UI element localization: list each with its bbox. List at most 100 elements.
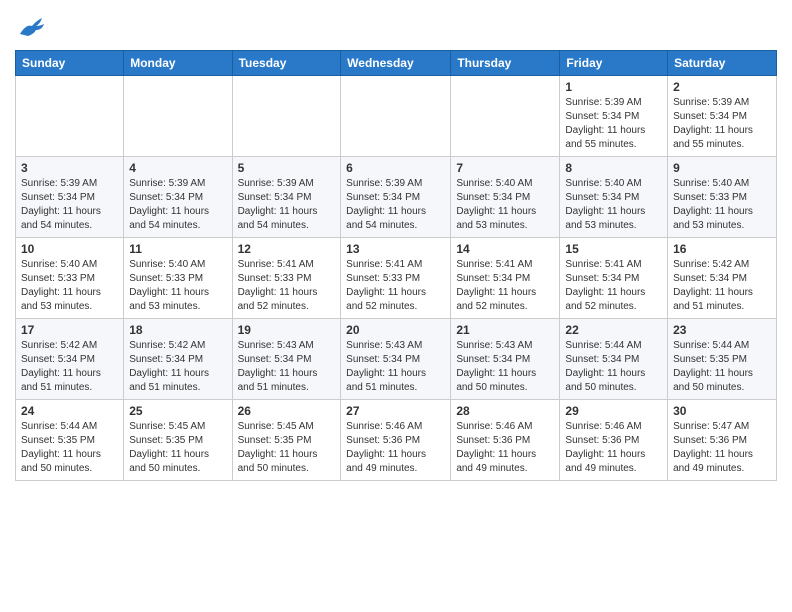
calendar-weekday-tuesday: Tuesday — [232, 51, 341, 76]
day-number: 9 — [673, 161, 771, 175]
calendar-weekday-monday: Monday — [124, 51, 232, 76]
calendar-cell: 7 Sunrise: 5:40 AM Sunset: 5:34 PM Daylig… — [451, 157, 560, 238]
calendar-cell: 14 Sunrise: 5:41 AM Sunset: 5:34 PM Dayli… — [451, 238, 560, 319]
calendar-cell: 26 Sunrise: 5:45 AM Sunset: 5:35 PM Dayli… — [232, 400, 341, 481]
calendar-cell: 8 Sunrise: 5:40 AM Sunset: 5:34 PM Daylig… — [560, 157, 668, 238]
calendar-cell: 17 Sunrise: 5:42 AM Sunset: 5:34 PM Dayli… — [16, 319, 124, 400]
calendar-cell: 29 Sunrise: 5:46 AM Sunset: 5:36 PM Dayli… — [560, 400, 668, 481]
day-info: Sunrise: 5:39 AM Sunset: 5:34 PM Dayligh… — [565, 96, 662, 152]
calendar-cell: 30 Sunrise: 5:47 AM Sunset: 5:36 PM Dayli… — [668, 400, 777, 481]
day-info: Sunrise: 5:42 AM Sunset: 5:34 PM Dayligh… — [129, 339, 226, 395]
day-number: 1 — [565, 80, 662, 94]
calendar-cell — [232, 76, 341, 157]
calendar-cell — [124, 76, 232, 157]
calendar-cell: 27Sunrise: 5:46 AM Sunset: 5:36 PM Dayli… — [341, 400, 451, 481]
day-info: Sunrise: 5:44 AM Sunset: 5:35 PM Dayligh… — [673, 339, 771, 395]
calendar-cell: 18 Sunrise: 5:42 AM Sunset: 5:34 PM Dayli… — [124, 319, 232, 400]
day-info: Sunrise: 5:42 AM Sunset: 5:34 PM Dayligh… — [21, 339, 118, 395]
day-number: 20 — [346, 323, 445, 337]
day-number: 26 — [238, 404, 336, 418]
calendar-cell: 1 Sunrise: 5:39 AM Sunset: 5:34 PM Daylig… — [560, 76, 668, 157]
day-number: 8 — [565, 161, 662, 175]
day-number: 5 — [238, 161, 336, 175]
calendar-weekday-saturday: Saturday — [668, 51, 777, 76]
day-number: 16 — [673, 242, 771, 256]
day-info: Sunrise: 5:46 AM Sunset: 5:36 PM Dayligh… — [456, 420, 554, 476]
day-info: Sunrise: 5:40 AM Sunset: 5:34 PM Dayligh… — [456, 177, 554, 233]
day-info: Sunrise: 5:43 AM Sunset: 5:34 PM Dayligh… — [238, 339, 336, 395]
day-number: 30 — [673, 404, 771, 418]
calendar-cell: 10 Sunrise: 5:40 AM Sunset: 5:33 PM Dayli… — [16, 238, 124, 319]
day-info: Sunrise: 5:39 AM Sunset: 5:34 PM Dayligh… — [346, 177, 445, 233]
day-info: Sunrise: 5:39 AM Sunset: 5:34 PM Dayligh… — [673, 96, 771, 152]
day-info: Sunrise: 5:44 AM Sunset: 5:35 PM Dayligh… — [21, 420, 118, 476]
day-number: 18 — [129, 323, 226, 337]
day-number: 4 — [129, 161, 226, 175]
day-number: 21 — [456, 323, 554, 337]
day-number: 17 — [21, 323, 118, 337]
day-info: Sunrise: 5:42 AM Sunset: 5:34 PM Dayligh… — [673, 258, 771, 314]
calendar-cell: 9 Sunrise: 5:40 AM Sunset: 5:33 PM Daylig… — [668, 157, 777, 238]
day-number: 27 — [346, 404, 445, 418]
day-number: 11 — [129, 242, 226, 256]
day-number: 3 — [21, 161, 118, 175]
calendar-header-row: SundayMondayTuesdayWednesdayThursdayFrid… — [16, 51, 777, 76]
day-info: Sunrise: 5:39 AM Sunset: 5:34 PM Dayligh… — [129, 177, 226, 233]
day-info: Sunrise: 5:43 AM Sunset: 5:34 PM Dayligh… — [346, 339, 445, 395]
day-number: 23 — [673, 323, 771, 337]
day-info: Sunrise: 5:41 AM Sunset: 5:34 PM Dayligh… — [565, 258, 662, 314]
calendar-cell: 5Sunrise: 5:39 AM Sunset: 5:34 PM Daylig… — [232, 157, 341, 238]
calendar-cell: 22Sunrise: 5:44 AM Sunset: 5:34 PM Dayli… — [560, 319, 668, 400]
day-number: 13 — [346, 242, 445, 256]
calendar-week-row: 3 Sunrise: 5:39 AM Sunset: 5:34 PM Daylig… — [16, 157, 777, 238]
day-info: Sunrise: 5:46 AM Sunset: 5:36 PM Dayligh… — [565, 420, 662, 476]
day-info: Sunrise: 5:45 AM Sunset: 5:35 PM Dayligh… — [129, 420, 226, 476]
day-info: Sunrise: 5:41 AM Sunset: 5:34 PM Dayligh… — [456, 258, 554, 314]
logo-text — [15, 16, 46, 42]
calendar-cell: 21 Sunrise: 5:43 AM Sunset: 5:34 PM Dayli… — [451, 319, 560, 400]
day-number: 28 — [456, 404, 554, 418]
logo-bird-icon — [18, 16, 46, 42]
calendar-week-row: 17 Sunrise: 5:42 AM Sunset: 5:34 PM Dayli… — [16, 319, 777, 400]
day-number: 25 — [129, 404, 226, 418]
day-info: Sunrise: 5:40 AM Sunset: 5:34 PM Dayligh… — [565, 177, 662, 233]
calendar-cell: 13Sunrise: 5:41 AM Sunset: 5:33 PM Dayli… — [341, 238, 451, 319]
calendar-cell — [451, 76, 560, 157]
day-number: 29 — [565, 404, 662, 418]
day-number: 19 — [238, 323, 336, 337]
day-info: Sunrise: 5:44 AM Sunset: 5:34 PM Dayligh… — [565, 339, 662, 395]
calendar-cell: 28 Sunrise: 5:46 AM Sunset: 5:36 PM Dayli… — [451, 400, 560, 481]
calendar-weekday-friday: Friday — [560, 51, 668, 76]
day-number: 2 — [673, 80, 771, 94]
calendar-week-row: 1 Sunrise: 5:39 AM Sunset: 5:34 PM Daylig… — [16, 76, 777, 157]
day-info: Sunrise: 5:40 AM Sunset: 5:33 PM Dayligh… — [673, 177, 771, 233]
day-info: Sunrise: 5:43 AM Sunset: 5:34 PM Dayligh… — [456, 339, 554, 395]
day-info: Sunrise: 5:47 AM Sunset: 5:36 PM Dayligh… — [673, 420, 771, 476]
calendar-cell: 19 Sunrise: 5:43 AM Sunset: 5:34 PM Dayli… — [232, 319, 341, 400]
calendar-week-row: 10 Sunrise: 5:40 AM Sunset: 5:33 PM Dayli… — [16, 238, 777, 319]
day-number: 14 — [456, 242, 554, 256]
calendar-weekday-thursday: Thursday — [451, 51, 560, 76]
day-number: 24 — [21, 404, 118, 418]
calendar-cell: 6Sunrise: 5:39 AM Sunset: 5:34 PM Daylig… — [341, 157, 451, 238]
calendar-cell: 3 Sunrise: 5:39 AM Sunset: 5:34 PM Daylig… — [16, 157, 124, 238]
calendar-cell: 2 Sunrise: 5:39 AM Sunset: 5:34 PM Daylig… — [668, 76, 777, 157]
calendar-cell: 24 Sunrise: 5:44 AM Sunset: 5:35 PM Dayli… — [16, 400, 124, 481]
day-info: Sunrise: 5:45 AM Sunset: 5:35 PM Dayligh… — [238, 420, 336, 476]
day-info: Sunrise: 5:41 AM Sunset: 5:33 PM Dayligh… — [238, 258, 336, 314]
day-number: 12 — [238, 242, 336, 256]
day-info: Sunrise: 5:40 AM Sunset: 5:33 PM Dayligh… — [129, 258, 226, 314]
calendar-cell: 15 Sunrise: 5:41 AM Sunset: 5:34 PM Dayli… — [560, 238, 668, 319]
calendar-cell: 11 Sunrise: 5:40 AM Sunset: 5:33 PM Dayli… — [124, 238, 232, 319]
day-number: 15 — [565, 242, 662, 256]
day-number: 10 — [21, 242, 118, 256]
calendar-cell: 4 Sunrise: 5:39 AM Sunset: 5:34 PM Daylig… — [124, 157, 232, 238]
day-info: Sunrise: 5:40 AM Sunset: 5:33 PM Dayligh… — [21, 258, 118, 314]
calendar-cell: 25 Sunrise: 5:45 AM Sunset: 5:35 PM Dayli… — [124, 400, 232, 481]
day-info: Sunrise: 5:39 AM Sunset: 5:34 PM Dayligh… — [21, 177, 118, 233]
calendar-weekday-wednesday: Wednesday — [341, 51, 451, 76]
page: SundayMondayTuesdayWednesdayThursdayFrid… — [0, 0, 792, 496]
day-number: 7 — [456, 161, 554, 175]
header — [15, 10, 777, 42]
calendar-cell: 20 Sunrise: 5:43 AM Sunset: 5:34 PM Dayli… — [341, 319, 451, 400]
